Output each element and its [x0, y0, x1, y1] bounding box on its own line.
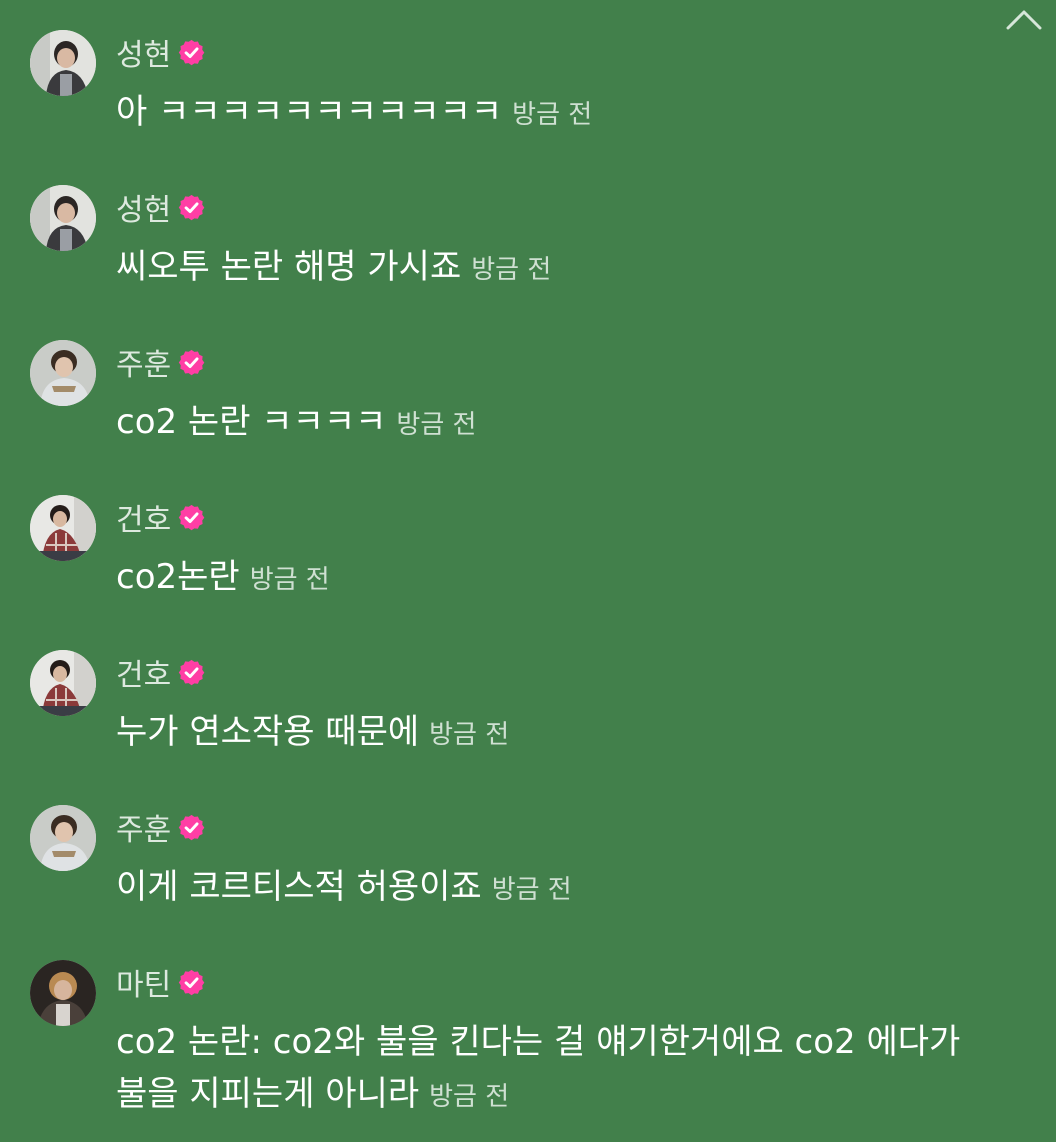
username[interactable]: 주훈 — [116, 340, 171, 384]
username[interactable]: 건호 — [116, 495, 171, 539]
message-time: 방금 전 — [512, 100, 593, 130]
avatar[interactable] — [30, 960, 96, 1026]
verified-badge-icon — [177, 968, 206, 997]
message-text: co2 논란: co2와 불을 킨다는 걸 얘기한거에요 co2 에다가 불을 … — [116, 1022, 961, 1114]
verified-badge-icon — [177, 348, 206, 377]
message-text: 누가 연소작용 때문에 — [116, 712, 420, 752]
avatar[interactable] — [30, 185, 96, 251]
avatar[interactable] — [30, 340, 96, 406]
message-text: 아 ㅋㅋㅋㅋㅋㅋㅋㅋㅋㅋㅋ — [116, 92, 503, 132]
username[interactable]: 성현 — [116, 185, 171, 229]
verified-badge-icon — [177, 658, 206, 687]
username[interactable]: 건호 — [116, 650, 171, 694]
message-text: 씨오투 논란 해명 가시죠 — [116, 247, 462, 287]
chevron-up-icon — [1006, 10, 1042, 30]
username[interactable]: 주훈 — [116, 805, 171, 849]
message-time: 방금 전 — [429, 720, 510, 750]
message-time: 방금 전 — [429, 1082, 510, 1112]
avatar[interactable] — [30, 650, 96, 716]
username[interactable]: 마틴 — [116, 960, 171, 1004]
avatar[interactable] — [30, 495, 96, 561]
message-time: 방금 전 — [471, 255, 552, 285]
message-text: 이게 코르티스적 허용이죠 — [116, 867, 482, 907]
verified-badge-icon — [177, 38, 206, 67]
message-text: co2 논란 ㅋㅋㅋㅋ — [116, 402, 387, 442]
chat-feed: 성현 아 ㅋㅋㅋㅋㅋㅋㅋㅋㅋㅋㅋ 방금 전 성현 씨오투 논란 해명 가시죠 방… — [0, 0, 1056, 1142]
verified-badge-icon — [177, 813, 206, 842]
collapse-button[interactable] — [1004, 6, 1044, 34]
avatar[interactable] — [30, 805, 96, 871]
username[interactable]: 성현 — [116, 30, 171, 74]
message-time: 방금 전 — [249, 565, 330, 595]
verified-badge-icon — [177, 503, 206, 532]
message-text: co2논란 — [116, 557, 240, 597]
verified-badge-icon — [177, 193, 206, 222]
avatar[interactable] — [30, 30, 96, 96]
message-time: 방금 전 — [491, 875, 572, 905]
message-time: 방금 전 — [396, 410, 477, 440]
